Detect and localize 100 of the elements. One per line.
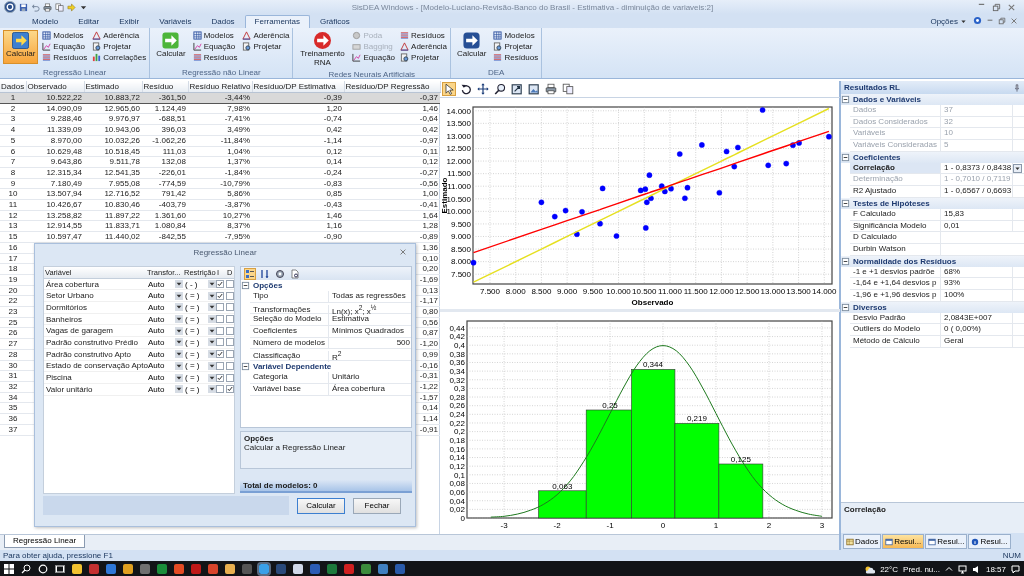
table-cell: 36: [0, 413, 26, 425]
section-title: Normalidade dos Resíduos: [853, 256, 957, 266]
table-cell: 11.440,02: [84, 231, 142, 243]
table-cell: 0,12: [344, 156, 440, 168]
property-value: 100%: [941, 289, 1013, 301]
total-bar: Total de modelos: 0: [240, 480, 412, 493]
axis-label: 8.500: [531, 287, 552, 296]
table-cell: -0,37: [344, 92, 440, 104]
axis-label: 0,4: [453, 341, 465, 350]
table-cell: 0,11: [344, 146, 440, 157]
table-cell: 1,46: [252, 210, 344, 221]
table-cell: 10.032,26: [84, 135, 142, 146]
axis-label: 10.000: [606, 287, 631, 296]
property-value: 15,83: [941, 208, 1013, 220]
property-label: Seleção do Modelo: [250, 314, 329, 326]
table-cell: -688,51: [142, 113, 188, 125]
property-label: Dados: [850, 105, 941, 116]
property-value: 2,0843E+007: [941, 312, 1013, 324]
axis-label: 0,02: [449, 505, 465, 515]
table-cell: 25: [0, 317, 26, 328]
table-cell: 12.541,35: [84, 167, 142, 179]
table-cell: 1,20: [252, 103, 344, 114]
section-title: Dados e Variáveis: [853, 95, 922, 104]
description-text: Calcular a Regressão Linear: [244, 443, 346, 452]
table-cell: 1,28: [344, 220, 440, 232]
axis-label: 12.000: [709, 287, 734, 296]
table-cell: 17: [0, 253, 26, 264]
axis-label: 1: [713, 521, 719, 530]
axis-label: 0,04: [449, 496, 465, 506]
section-title: Diversos: [853, 302, 887, 312]
table-cell: -7,95%: [188, 231, 252, 243]
value-label: 0,219: [686, 414, 707, 424]
panel-title: Resultados RL: [844, 83, 900, 92]
group-label: Regressão não Linear: [181, 67, 262, 78]
group-label: Redes Neurais Artificiais: [327, 69, 417, 80]
table-cell: -0,41: [344, 199, 440, 211]
table-cell: -0,56: [344, 178, 440, 189]
axis-label: 0,44: [449, 323, 465, 333]
value-label: 0,25: [602, 401, 618, 410]
table-cell: -774,59: [142, 178, 188, 189]
axis-label: 13.500: [446, 119, 471, 129]
table-cell: -0,39: [252, 92, 344, 104]
table-cell: 11: [0, 199, 26, 211]
table-cell: 10,27%: [188, 210, 252, 221]
temperature-text: 22°C: [880, 564, 899, 574]
property-label: Dados Considerados: [850, 116, 941, 128]
table-cell: 0,14: [252, 156, 344, 168]
table-cell: 19: [0, 274, 26, 286]
table-cell: -1.062,26: [142, 135, 188, 146]
axis-label: 10.500: [446, 194, 471, 204]
axis-label: 0,26: [449, 401, 465, 411]
table-cell: 10.883,72: [84, 92, 142, 104]
table-cell: 1,00: [344, 188, 440, 200]
table-cell: 8,37%: [188, 220, 252, 232]
description-title: Opções: [244, 434, 275, 443]
table-cell: 1,16: [252, 220, 344, 232]
table-cell: 12.965,60: [84, 103, 142, 114]
group-label: Regressão Linear: [42, 67, 108, 78]
table-cell: -0,27: [344, 167, 440, 179]
section-title: Variável Dependente: [253, 362, 332, 372]
clock-text: 18:57: [985, 564, 1006, 574]
axis-label: 10.000: [446, 207, 471, 217]
table-cell: 16: [0, 242, 26, 254]
axis-label: 0,12: [449, 461, 465, 471]
table-cell: 35: [0, 402, 26, 414]
window-title: SisDEA Windows - [Modelo-Luciano-Revisão-Banco do Brasil - Estimativa - diminuição de variaveis:2]: [350, 2, 715, 12]
property-value: Geral: [941, 336, 1013, 347]
table-cell: 15: [0, 231, 26, 243]
axis-label: 0,14: [449, 453, 465, 463]
variable-name: Valor unitário: [45, 384, 94, 394]
table-cell: -11,84%: [188, 135, 252, 146]
property-value: 0,01: [941, 220, 1013, 232]
table-cell: 10.426,67: [26, 199, 84, 211]
axis-label: 9.500: [450, 219, 471, 229]
property-label: D Calculado: [850, 232, 941, 243]
axis-label: 11.500: [683, 287, 708, 296]
table-cell: -0,90: [252, 231, 344, 243]
axis-label: 14.000: [812, 287, 837, 296]
axis-label: 0,3: [453, 384, 465, 394]
axis-label: 0,2: [453, 427, 465, 437]
table-cell: 5,86%: [188, 188, 252, 200]
variable-name: Área cobertura: [45, 279, 100, 289]
axis-label: 0,1: [453, 470, 465, 480]
axis-label: 0,32: [449, 375, 465, 385]
table-cell: -0,24: [252, 167, 344, 179]
table-cell: -226,01: [142, 167, 188, 179]
axis-title: Observado: [631, 298, 674, 307]
table-cell: 10.518,45: [84, 146, 142, 157]
property-label: -1 e +1 desvios padrõe: [850, 266, 941, 278]
table-cell: 18: [0, 263, 26, 275]
table-cell: 10: [0, 188, 26, 200]
property-label: Variáveis: [850, 128, 941, 140]
property-value: 32: [941, 116, 1013, 128]
table-cell: 31: [0, 370, 26, 382]
table-cell: 27: [0, 338, 26, 350]
table-cell: 28: [0, 349, 26, 361]
property-value: 0 ( 0,00%): [941, 324, 1013, 335]
description-title: Correlação: [844, 505, 886, 514]
value-label: 0,063: [552, 481, 573, 491]
table-cell: 11.897,22: [84, 210, 142, 221]
